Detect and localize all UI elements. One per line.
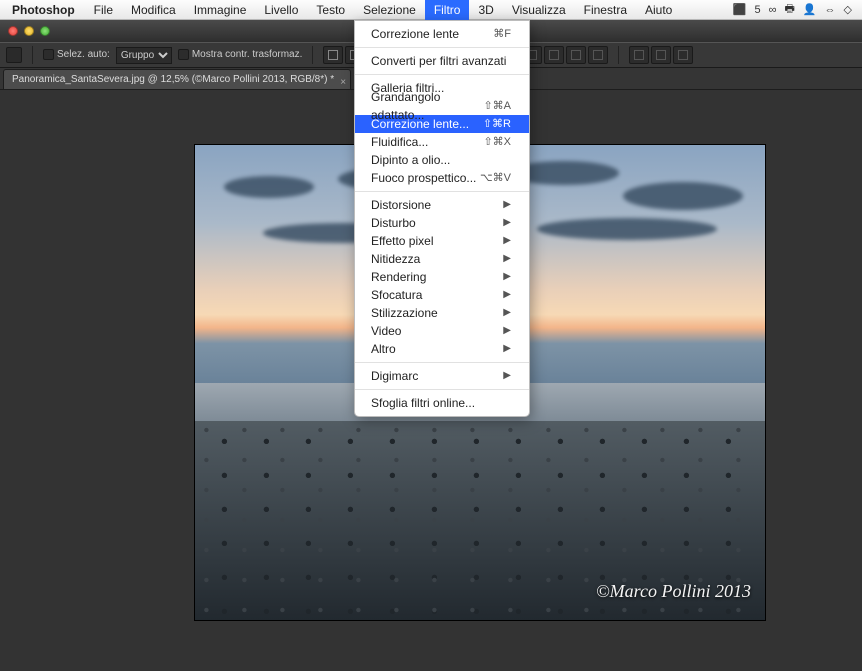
menuitem-altro[interactable]: Altro ▶ bbox=[355, 340, 529, 358]
menuitem-label: Converti per filtri avanzati bbox=[371, 52, 506, 70]
menubar-status: ⬛ 5 ∞ 🖶 👤 ⇔ ◇ bbox=[733, 0, 862, 19]
submenu-arrow-icon: ▶ bbox=[503, 286, 511, 304]
menuitem-label: Video bbox=[371, 322, 401, 340]
menuitem-shortcut: ⇧⌘X bbox=[483, 133, 511, 151]
menu-livello[interactable]: Livello bbox=[255, 0, 307, 20]
image-watermark: ©Marco Pollini 2013 bbox=[596, 581, 751, 602]
menuitem-label: Dipinto a olio... bbox=[371, 151, 450, 169]
submenu-arrow-icon: ▶ bbox=[503, 214, 511, 232]
menu-3d[interactable]: 3D bbox=[469, 0, 502, 20]
mode-cluster bbox=[629, 46, 693, 64]
menu-file[interactable]: File bbox=[85, 0, 122, 20]
move-tool-icon[interactable] bbox=[6, 47, 22, 63]
mac-menubar: Photoshop FileModificaImmagineLivelloTes… bbox=[0, 0, 862, 20]
menuitem-digimarc[interactable]: Digimarc ▶ bbox=[355, 367, 529, 385]
menuitem-shortcut: ⇧⌘R bbox=[483, 115, 511, 133]
submenu-arrow-icon: ▶ bbox=[503, 268, 511, 286]
show-transform-checkbox[interactable]: Mostra contr. trasformaz. bbox=[178, 49, 303, 60]
document-tab[interactable]: Panoramica_SantaSevera.jpg @ 12,5% (©Mar… bbox=[3, 69, 351, 89]
menuitem-correzione-lente[interactable]: Correzione lente... ⇧⌘R bbox=[355, 115, 529, 133]
menuitem-label: Altro bbox=[371, 340, 396, 358]
menuitem-effetto-pixel[interactable]: Effetto pixel ▶ bbox=[355, 232, 529, 250]
menuitem-label: Fluidifica... bbox=[371, 133, 428, 151]
menuitem-converti-per-filtri-avanzati[interactable]: Converti per filtri avanzati bbox=[355, 52, 529, 70]
menuitem-distorsione[interactable]: Distorsione ▶ bbox=[355, 196, 529, 214]
expand-icon: ⇔ bbox=[825, 4, 836, 16]
menu-testo[interactable]: Testo bbox=[307, 0, 354, 20]
menuitem-sfoglia-filtri-online[interactable]: Sfoglia filtri online... bbox=[355, 394, 529, 412]
menu-aiuto[interactable]: Aiuto bbox=[636, 0, 681, 20]
document-tab-label: Panoramica_SantaSevera.jpg @ 12,5% (©Mar… bbox=[12, 74, 334, 85]
menuitem-shortcut: ⌥⌘V bbox=[480, 169, 511, 187]
menuitem-disturbo[interactable]: Disturbo ▶ bbox=[355, 214, 529, 232]
mode-2-icon[interactable] bbox=[651, 46, 671, 64]
distribute-4-icon[interactable] bbox=[544, 46, 564, 64]
menuitem-label: Digimarc bbox=[371, 367, 418, 385]
submenu-arrow-icon: ▶ bbox=[503, 367, 511, 385]
menu-filtro[interactable]: Filtro bbox=[425, 0, 470, 20]
sync-icon: ∞ bbox=[769, 4, 777, 16]
wifi-icon: ◇ bbox=[844, 3, 852, 16]
menuitem-shortcut: ⌘F bbox=[493, 25, 511, 43]
menuitem-video[interactable]: Video ▶ bbox=[355, 322, 529, 340]
menu-immagine[interactable]: Immagine bbox=[185, 0, 256, 20]
mode-3-icon[interactable] bbox=[673, 46, 693, 64]
submenu-arrow-icon: ▶ bbox=[503, 232, 511, 250]
filter-menu-dropdown: Correzione lente ⌘F Converti per filtri av… bbox=[354, 20, 530, 417]
distribute-6-icon[interactable] bbox=[588, 46, 608, 64]
menuitem-fluidifica[interactable]: Fluidifica... ⇧⌘X bbox=[355, 133, 529, 151]
status-count: 5 bbox=[754, 4, 760, 16]
user-icon: 👤 bbox=[803, 3, 817, 16]
menuitem-correzione-lente[interactable]: Correzione lente ⌘F bbox=[355, 25, 529, 43]
menuitem-label: Fuoco prospettico... bbox=[371, 169, 476, 187]
menuitem-label: Distorsione bbox=[371, 196, 431, 214]
menuitem-label: Correzione lente... bbox=[371, 115, 469, 133]
app-name: Photoshop bbox=[0, 3, 85, 17]
menuitem-dipinto-a-olio[interactable]: Dipinto a olio... bbox=[355, 151, 529, 169]
menu-modifica[interactable]: Modifica bbox=[122, 0, 185, 20]
submenu-arrow-icon: ▶ bbox=[503, 250, 511, 268]
auto-select-dropdown[interactable]: Gruppo bbox=[116, 47, 172, 64]
menu-selezione[interactable]: Selezione bbox=[354, 0, 425, 20]
menuitem-sfocatura[interactable]: Sfocatura ▶ bbox=[355, 286, 529, 304]
menuitem-label: Sfoglia filtri online... bbox=[371, 394, 475, 412]
menubar-items: FileModificaImmagineLivelloTestoSelezion… bbox=[85, 0, 682, 20]
menuitem-label: Sfocatura bbox=[371, 286, 422, 304]
menuitem-fuoco-prospettico[interactable]: Fuoco prospettico...⌥⌘V bbox=[355, 169, 529, 187]
menu-finestra[interactable]: Finestra bbox=[575, 0, 636, 20]
submenu-arrow-icon: ▶ bbox=[503, 340, 511, 358]
menuitem-grandangolo-adattato[interactable]: Grandangolo adattato...⇧⌘A bbox=[355, 97, 529, 115]
adobe-icon: ⬛ bbox=[733, 3, 747, 16]
printer-icon: 🖶 bbox=[784, 0, 794, 19]
menuitem-label: Stilizzazione bbox=[371, 304, 438, 322]
menu-visualizza[interactable]: Visualizza bbox=[503, 0, 575, 20]
auto-select-checkbox[interactable]: Selez. auto: bbox=[43, 49, 110, 60]
menuitem-label: Nitidezza bbox=[371, 250, 420, 268]
menuitem-label: Disturbo bbox=[371, 214, 416, 232]
menuitem-stilizzazione[interactable]: Stilizzazione ▶ bbox=[355, 304, 529, 322]
submenu-arrow-icon: ▶ bbox=[503, 196, 511, 214]
menuitem-label: Effetto pixel bbox=[371, 232, 433, 250]
distribute-5-icon[interactable] bbox=[566, 46, 586, 64]
menuitem-shortcut: ⇧⌘A bbox=[483, 97, 511, 115]
align-top-icon[interactable] bbox=[323, 46, 343, 64]
menuitem-label: Correzione lente bbox=[371, 25, 459, 43]
menuitem-nitidezza[interactable]: Nitidezza ▶ bbox=[355, 250, 529, 268]
submenu-arrow-icon: ▶ bbox=[503, 322, 511, 340]
submenu-arrow-icon: ▶ bbox=[503, 304, 511, 322]
mode-1-icon[interactable] bbox=[629, 46, 649, 64]
menuitem-rendering[interactable]: Rendering ▶ bbox=[355, 268, 529, 286]
menuitem-label: Rendering bbox=[371, 268, 426, 286]
